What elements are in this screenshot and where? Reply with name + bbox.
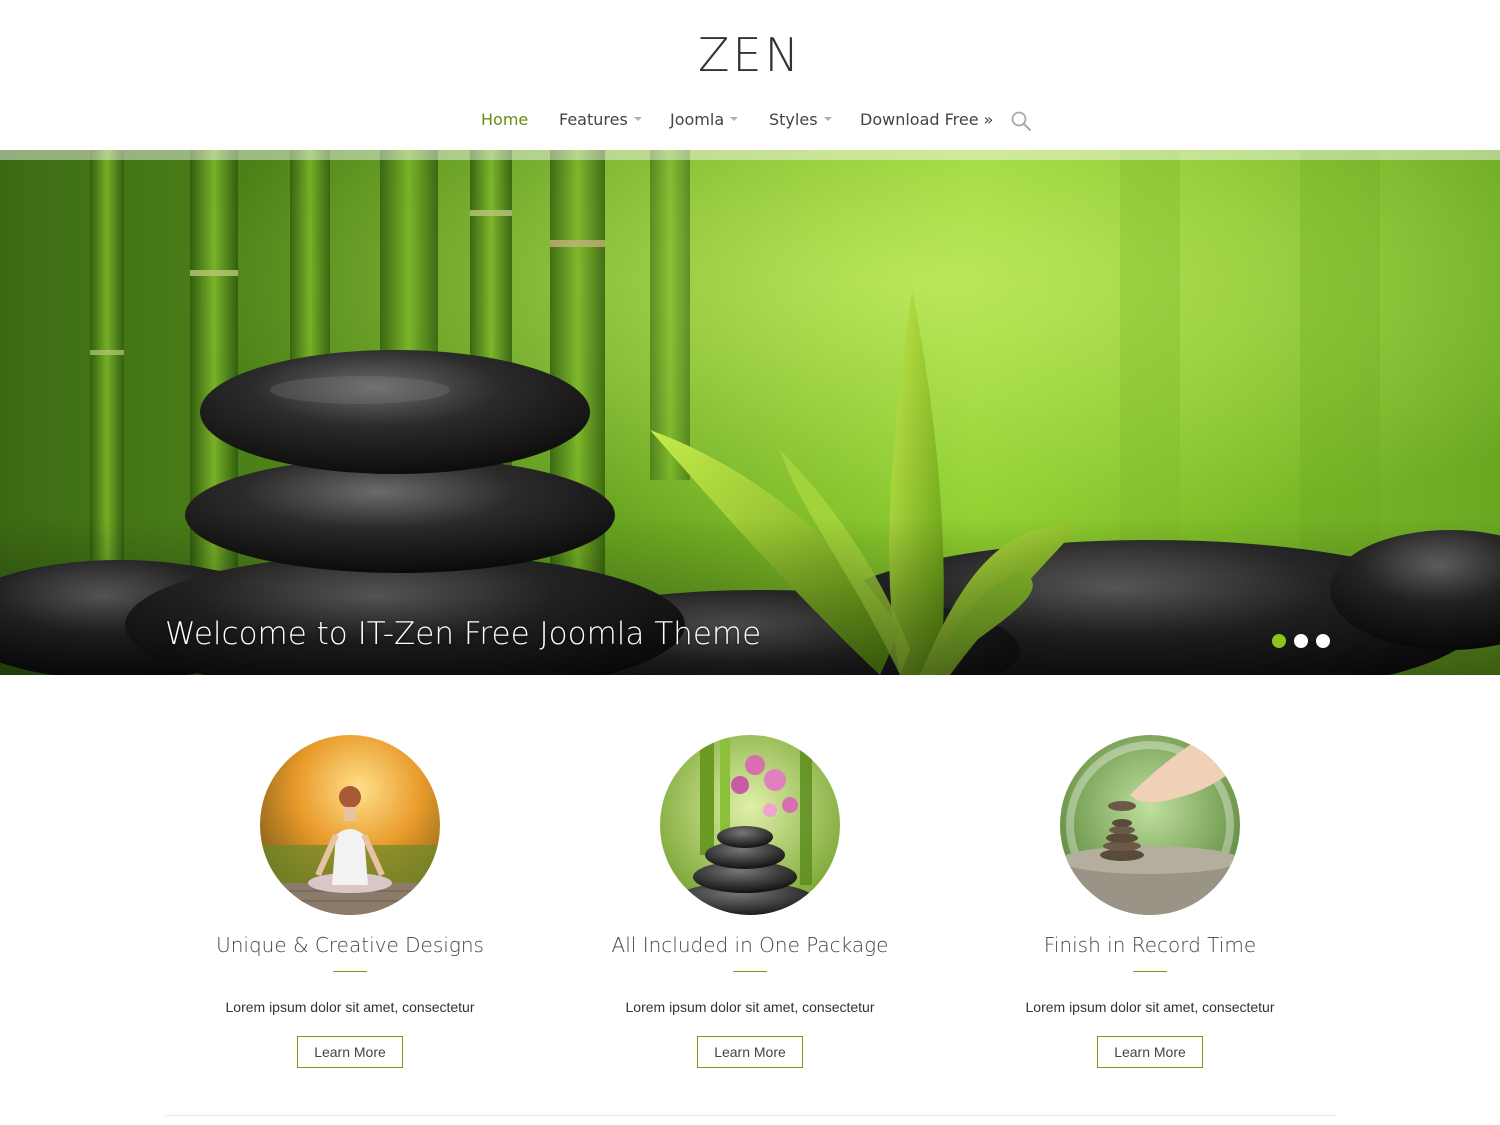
nav-item-download-free[interactable]: Download Free » xyxy=(860,106,993,134)
stacking-stones-photo xyxy=(1060,735,1240,915)
search-icon[interactable] xyxy=(1010,110,1032,132)
chevron-down-icon xyxy=(633,116,642,121)
nav-item-label: Home xyxy=(481,110,529,129)
hero-image xyxy=(0,150,1500,675)
nav-item-home[interactable]: Home xyxy=(481,106,528,134)
feature-divider xyxy=(733,971,767,972)
slider-dot-3[interactable] xyxy=(1316,634,1330,648)
section-divider xyxy=(165,1115,1335,1116)
site-logo[interactable]: ZEN xyxy=(0,26,1500,84)
nav-item-label: Features xyxy=(559,110,628,129)
nav-item-features[interactable]: Features xyxy=(559,106,642,134)
nav-item-label: Download Free » xyxy=(860,110,994,129)
slider-dot-2[interactable] xyxy=(1294,634,1308,648)
slider-dot-1[interactable] xyxy=(1272,634,1286,648)
feature-title: Unique & Creative Designs xyxy=(216,933,484,957)
feature-text: Lorem ipsum dolor sit amet, consectetur xyxy=(225,999,475,1015)
nav-item-label: Joomla xyxy=(670,110,725,129)
nav-item-label: Styles xyxy=(769,110,818,129)
meditation-photo xyxy=(260,735,440,915)
main-nav: Home Features Joomla Styles Download Fre… xyxy=(0,106,1500,134)
nav-item-joomla[interactable]: Joomla xyxy=(670,106,739,134)
chevron-down-icon xyxy=(823,116,832,121)
feature-text: Lorem ipsum dolor sit amet, consectetur xyxy=(1025,999,1275,1015)
orchid-stones-photo xyxy=(660,735,840,915)
learn-more-button[interactable]: Learn More xyxy=(697,1036,803,1068)
feature-divider xyxy=(333,971,367,972)
learn-more-button[interactable]: Learn More xyxy=(1097,1036,1203,1068)
feature-title: All Included in One Package xyxy=(611,933,889,957)
nav-item-styles[interactable]: Styles xyxy=(769,106,832,134)
feature-divider xyxy=(1133,971,1167,972)
hero-top-band xyxy=(0,150,1500,160)
feature-title: Finish in Record Time xyxy=(1043,933,1257,957)
learn-more-button[interactable]: Learn More xyxy=(297,1036,403,1068)
hero-slider[interactable]: Welcome to IT-Zen Free Joomla Theme xyxy=(0,150,1500,675)
site-header: ZEN Home Features Joomla Styles Download… xyxy=(0,0,1500,150)
hero-caption: Welcome to IT-Zen Free Joomla Theme xyxy=(165,616,762,652)
feature-text: Lorem ipsum dolor sit amet, consectetur xyxy=(625,999,875,1015)
chevron-down-icon xyxy=(730,116,739,121)
